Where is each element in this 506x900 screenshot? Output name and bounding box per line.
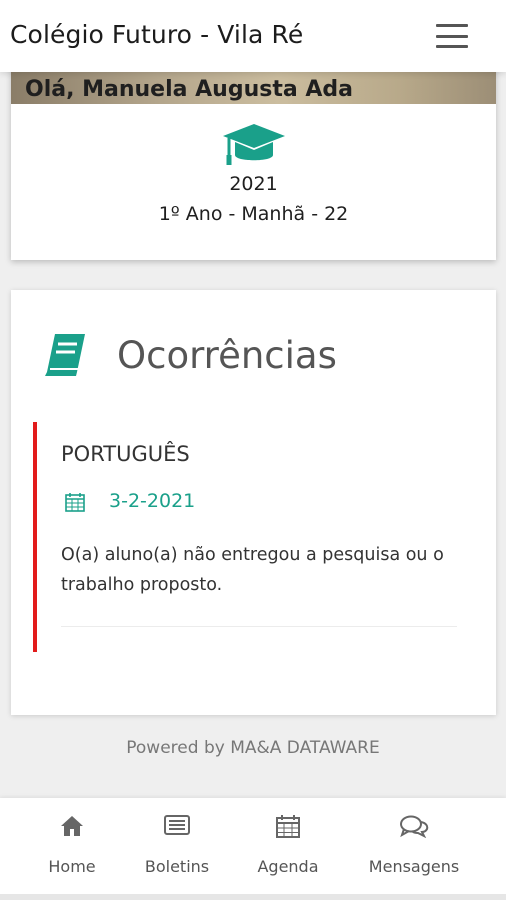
graduation-cap-icon bbox=[223, 124, 285, 165]
nav-mensagens-label: Mensagens bbox=[368, 857, 460, 876]
chat-icon bbox=[400, 815, 429, 838]
occurrences-title: Ocorrências bbox=[117, 334, 337, 377]
app-title: Colégio Futuro - Vila Ré bbox=[10, 20, 304, 49]
hamburger-menu-icon[interactable] bbox=[436, 24, 468, 48]
app-screen: Colégio Futuro - Vila Ré Olá, Manuela Au… bbox=[0, 0, 506, 900]
occurrence-subject: PORTUGUÊS bbox=[61, 442, 190, 466]
system-bar-strip bbox=[0, 894, 506, 900]
bottom-navigation: Home Boletins Agenda Mensagens bbox=[0, 798, 506, 894]
class-info: 1º Ano - Manhã - 22 bbox=[158, 203, 349, 225]
nav-agenda-label: Agenda bbox=[257, 857, 319, 876]
report-icon bbox=[164, 815, 190, 835]
school-year: 2021 bbox=[229, 173, 278, 195]
greeting-text: Olá, Manuela Augusta Ada bbox=[25, 77, 353, 102]
occurrence-description: O(a) aluno(a) não entregou a pesquisa ou… bbox=[61, 545, 444, 595]
nav-home-label: Home bbox=[48, 857, 96, 876]
student-profile-card: Olá, Manuela Augusta Ada 2021 1º Ano - M… bbox=[11, 40, 496, 260]
powered-by-footer: Powered by MA&A DATAWARE bbox=[126, 738, 380, 758]
nav-agenda[interactable]: Agenda bbox=[228, 798, 348, 894]
nav-home[interactable]: Home bbox=[12, 798, 132, 894]
occurrence-date: 3-2-2021 bbox=[109, 490, 196, 512]
top-app-bar: Colégio Futuro - Vila Ré bbox=[0, 0, 506, 72]
calendar-icon bbox=[65, 493, 85, 512]
divider bbox=[61, 626, 457, 627]
occurrences-card: Ocorrências PORTUGUÊS 3-2-2021 O(a) alun… bbox=[11, 290, 496, 715]
home-icon bbox=[61, 816, 83, 836]
nav-mensagens[interactable]: Mensagens bbox=[354, 798, 474, 894]
occurrence-item[interactable]: PORTUGUÊS 3-2-2021 O(a) aluno(a) não ent… bbox=[33, 422, 463, 652]
book-icon bbox=[45, 334, 85, 376]
calendar-icon bbox=[276, 815, 300, 838]
nav-boletins-label: Boletins bbox=[144, 857, 210, 876]
nav-boletins[interactable]: Boletins bbox=[117, 798, 237, 894]
